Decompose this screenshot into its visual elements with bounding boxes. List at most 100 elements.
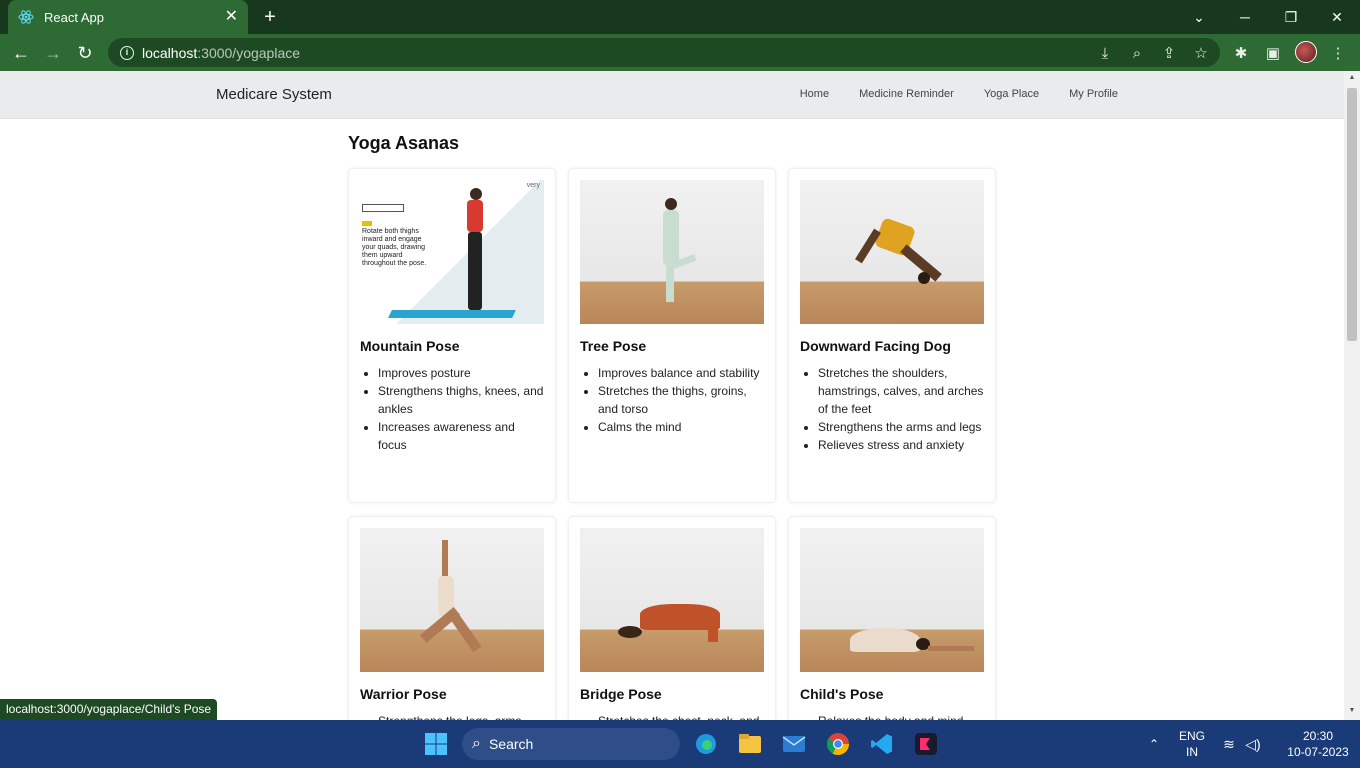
profile-avatar[interactable]: [1295, 41, 1317, 63]
asana-card-bridge[interactable]: Bridge Pose Stretches the chest, neck, a…: [568, 516, 776, 720]
photo-tag: [362, 204, 404, 212]
benefits-list: Relaxes the body and mind: [800, 712, 984, 720]
page-title: Yoga Asanas: [348, 133, 460, 153]
file-explorer-icon[interactable]: [734, 728, 766, 760]
asana-title: Warrior Pose: [360, 686, 447, 702]
zoom-icon[interactable]: ⌕: [1122, 38, 1152, 68]
browser-toolbar: ← → ↻ i localhost:3000/yogaplace ⤓ ⌕ ⇪ ☆…: [0, 34, 1360, 71]
asana-title: Tree Pose: [580, 338, 647, 354]
back-button[interactable]: ←: [6, 38, 36, 68]
scrollbar-thumb[interactable]: [1347, 88, 1357, 341]
benefits-list: Improves posture Strengthens thighs, kne…: [360, 364, 544, 454]
menu-kebab-icon[interactable]: ⋮: [1323, 38, 1353, 68]
brand-logo[interactable]: Medicare System: [216, 86, 332, 103]
tab-title: React App: [44, 9, 104, 25]
url-host: localhost: [142, 44, 198, 61]
edge-browser-icon[interactable]: [690, 728, 722, 760]
region-code: IN: [1186, 745, 1198, 759]
nav-home[interactable]: Home: [800, 88, 829, 100]
list-item: Stretches the chest, neck, and: [598, 712, 764, 720]
asana-title: Bridge Pose: [580, 686, 662, 702]
asana-card-childs-pose[interactable]: Child's Pose Relaxes the body and mind: [788, 516, 996, 720]
taskbar-search[interactable]: ⌕ Search: [462, 728, 680, 760]
vscode-icon[interactable]: [866, 728, 898, 760]
asana-card-mountain[interactable]: very Rotate both thighs inward and engag…: [348, 168, 556, 503]
windows-start-icon[interactable]: [420, 728, 452, 760]
list-item: Improves balance and stability: [598, 364, 764, 382]
share-icon[interactable]: ⇪: [1154, 38, 1184, 68]
downward-dog-image: [800, 180, 984, 324]
nav-links: Home Medicine Reminder Yoga Place My Pro…: [800, 88, 1118, 100]
nav-yoga-place[interactable]: Yoga Place: [984, 88, 1039, 100]
restore-button[interactable]: ❐: [1268, 0, 1314, 34]
lang-code: ENG: [1178, 729, 1205, 743]
install-icon[interactable]: ⤓: [1090, 38, 1120, 68]
nav-my-profile[interactable]: My Profile: [1069, 88, 1118, 100]
childs-pose-image: [800, 528, 984, 672]
page-scrollbar[interactable]: ▲ ▼: [1344, 71, 1360, 720]
bookmark-star-icon[interactable]: ☆: [1186, 38, 1216, 68]
clock-time: 20:30: [1302, 729, 1334, 743]
scroll-up-icon[interactable]: ▲: [1347, 74, 1357, 84]
benefits-list: Stretches the chest, neck, and: [580, 712, 764, 720]
photo-highlight: [362, 221, 372, 226]
warrior-pose-image: [360, 528, 544, 672]
mail-icon[interactable]: [778, 728, 810, 760]
list-item: Improves posture: [378, 364, 544, 382]
address-bar[interactable]: i localhost:3000/yogaplace: [108, 38, 1220, 67]
app-navbar: Medicare System Home Medicine Reminder Y…: [0, 71, 1344, 119]
site-info-icon[interactable]: i: [120, 45, 134, 60]
list-item: Relaxes the body and mind: [818, 712, 984, 720]
volume-icon[interactable]: ◁): [1242, 720, 1264, 768]
show-hidden-icons[interactable]: ⌃: [1144, 720, 1164, 768]
app-icon[interactable]: [910, 728, 942, 760]
clock[interactable]: 20:30 10-07-2023: [1282, 720, 1354, 768]
side-panel-icon[interactable]: ▣: [1258, 38, 1288, 68]
photo-caption-line: throughout the pose.: [362, 260, 427, 267]
extensions-icon[interactable]: ✱: [1226, 38, 1256, 68]
link-status-bubble: localhost:3000/yogaplace/Child's Pose: [0, 699, 218, 720]
bridge-pose-image: [580, 528, 764, 672]
list-item: Increases awareness and focus: [378, 418, 544, 454]
list-item: Strengthens thighs, knees, and ankles: [378, 382, 544, 418]
benefits-list: Stretches the shoulders, hamstrings, cal…: [800, 364, 984, 454]
list-item: Stretches the thighs, groins, and torso: [598, 382, 764, 418]
mountain-pose-image: very Rotate both thighs inward and engag…: [360, 180, 544, 324]
list-item: Stretches the shoulders, hamstrings, cal…: [818, 364, 984, 418]
close-window-button[interactable]: ✕: [1314, 0, 1360, 34]
asana-title: Mountain Pose: [360, 338, 460, 354]
tree-pose-image: [580, 180, 764, 324]
asana-title: Child's Pose: [800, 686, 884, 702]
browser-tab[interactable]: React App ✕: [8, 0, 248, 34]
list-item: Strengthens the arms and legs: [818, 418, 984, 436]
benefits-list: Strengthens the legs, arms, and: [360, 712, 544, 720]
photo-caption-line: them upward: [362, 252, 403, 259]
nav-medicine-reminder[interactable]: Medicine Reminder: [859, 88, 954, 100]
windows-taskbar: ⌕ Search ⌃ ENG IN ≋ ◁) 20:30 10-07-2023: [0, 720, 1360, 768]
asana-card-downward-dog[interactable]: Downward Facing Dog Stretches the should…: [788, 168, 996, 503]
react-logo-icon: [18, 9, 34, 25]
photo-caption-line: inward and engage: [362, 236, 422, 243]
new-tab-button[interactable]: +: [258, 6, 282, 28]
language-indicator[interactable]: ENG IN: [1172, 720, 1212, 768]
list-item: Strengthens the legs, arms, and: [378, 712, 544, 720]
forward-button[interactable]: →: [38, 38, 68, 68]
clock-date: 10-07-2023: [1287, 745, 1349, 759]
page-viewport: Medicare System Home Medicine Reminder Y…: [0, 71, 1344, 720]
chrome-icon[interactable]: [822, 728, 854, 760]
asana-card-warrior[interactable]: Warrior Pose Strengthens the legs, arms,…: [348, 516, 556, 720]
scroll-down-icon[interactable]: ▼: [1347, 707, 1357, 717]
minimize-button[interactable]: ─: [1222, 0, 1268, 34]
wifi-icon[interactable]: ≋: [1218, 720, 1240, 768]
tab-search-icon[interactable]: ⌄: [1176, 0, 1222, 34]
photo-caption-line: Rotate both thighs: [362, 228, 419, 235]
benefits-list: Improves balance and stability Stretches…: [580, 364, 764, 436]
search-icon: ⌕: [472, 735, 481, 752]
reload-button[interactable]: ↻: [70, 38, 100, 68]
url-path: :3000/yogaplace: [197, 44, 301, 61]
asana-card-tree[interactable]: Tree Pose Improves balance and stability…: [568, 168, 776, 503]
list-item: Calms the mind: [598, 418, 764, 436]
photo-caption-line: your quads, drawing: [362, 244, 426, 251]
close-tab-icon[interactable]: ✕: [225, 9, 238, 25]
asana-title: Downward Facing Dog: [800, 338, 951, 354]
